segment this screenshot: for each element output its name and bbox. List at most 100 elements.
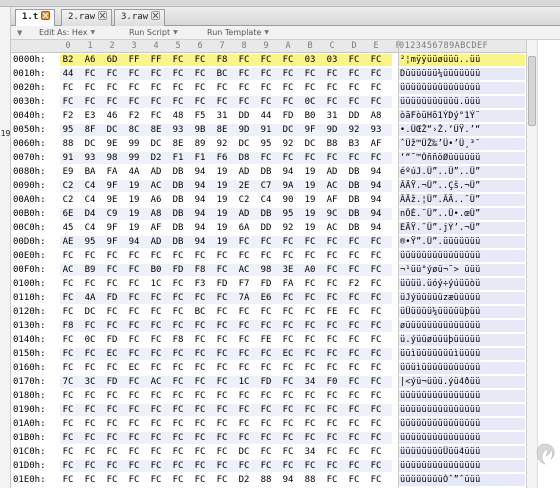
hex-byte[interactable]: FF — [148, 54, 164, 66]
hex-byte[interactable]: FC — [368, 474, 384, 486]
hex-byte[interactable]: 94 — [368, 194, 384, 206]
hex-row[interactable]: 0040h: F2 E3 46 F2 FC 48 F5 31 DD 44 FD B0 31 DD A8 òãFò… — [11, 110, 526, 122]
hex-byte[interactable]: FC — [368, 320, 384, 332]
tab-file-1[interactable]: 1.t — [15, 9, 56, 27]
hex-row[interactable]: 0110h: FC 4A FD FC FC FC FC FC 7A E6 FC FC FC FC FC üJýü… — [11, 292, 526, 304]
hex-byte[interactable]: FC — [170, 348, 186, 360]
hex-byte[interactable]: FC — [60, 432, 76, 444]
hex-byte[interactable]: FF — [126, 54, 142, 66]
hex-byte[interactable]: FC — [214, 418, 230, 430]
hex-byte[interactable]: BC — [192, 306, 208, 318]
ascii-text[interactable]: |<ýü¬üüü.ýü4ðüü — [400, 376, 525, 388]
hex-byte[interactable]: 92 — [346, 124, 362, 136]
hex-byte[interactable]: AD — [324, 166, 340, 178]
ascii-text[interactable]: üüüìüüüüüüüüüüü — [400, 362, 525, 374]
hex-byte[interactable]: FC — [280, 460, 296, 472]
hex-byte[interactable]: F8 — [170, 334, 186, 346]
hex-row[interactable]: 0170h: 7C 3C FD FC AC FC FC FC 1C FD FC 34 F0 FC FC |<ýü… — [11, 376, 526, 388]
hex-byte[interactable]: B0 — [148, 264, 164, 276]
hex-byte[interactable]: 93 — [170, 124, 186, 136]
hex-byte[interactable]: FC — [280, 418, 296, 430]
hex-byte[interactable]: 03 — [324, 54, 340, 66]
hex-byte[interactable]: DB — [258, 166, 274, 178]
hex-byte[interactable]: FC — [280, 306, 296, 318]
hex-byte[interactable]: FC — [346, 320, 362, 332]
hex-byte[interactable]: 94 — [192, 208, 208, 220]
hex-byte[interactable]: FC — [368, 152, 384, 164]
hex-byte[interactable]: C2 — [60, 180, 76, 192]
hex-byte[interactable]: 1C — [236, 376, 252, 388]
hex-byte[interactable]: 94 — [280, 166, 296, 178]
close-icon[interactable] — [41, 11, 51, 20]
hex-byte[interactable]: FC — [192, 334, 208, 346]
hex-byte[interactable]: FC — [302, 292, 318, 304]
hex-byte[interactable]: FC — [60, 460, 76, 472]
hex-byte[interactable]: 48 — [170, 110, 186, 122]
hex-byte[interactable]: FC — [324, 460, 340, 472]
hex-byte[interactable]: 19 — [214, 236, 230, 248]
hex-byte[interactable]: 88 — [258, 474, 274, 486]
hex-byte[interactable]: FC — [280, 292, 296, 304]
hex-byte[interactable]: 19 — [126, 222, 142, 234]
hex-byte[interactable]: FC — [192, 96, 208, 108]
hex-byte[interactable]: FD — [170, 264, 186, 276]
hex-byte[interactable]: FC — [148, 110, 164, 122]
hex-byte[interactable]: EC — [280, 348, 296, 360]
hex-byte[interactable]: FC — [60, 306, 76, 318]
hex-byte[interactable]: FC — [192, 82, 208, 94]
hex-byte[interactable]: FC — [148, 362, 164, 374]
hex-byte[interactable]: 94 — [192, 166, 208, 178]
hex-byte[interactable]: FC — [148, 348, 164, 360]
hex-byte[interactable]: FC — [346, 404, 362, 416]
hex-byte[interactable]: FC — [104, 264, 120, 276]
hex-byte[interactable]: FC — [82, 68, 98, 80]
ascii-text[interactable]: òãFòüHõ1ÝDý°1Ý¨ — [400, 110, 525, 122]
tab-file-3[interactable]: 3.raw — [114, 9, 166, 26]
hex-byte[interactable]: FC — [280, 362, 296, 374]
hex-byte[interactable]: AF — [368, 138, 384, 150]
hex-byte[interactable]: 94 — [192, 222, 208, 234]
hex-byte[interactable]: FC — [104, 362, 120, 374]
hex-byte[interactable]: FC — [368, 96, 384, 108]
hex-row[interactable]: 0120h: FC DC FC FC FC FC BC FC FC FC FC FC FE FC FC üÜüü… — [11, 306, 526, 318]
hex-byte[interactable]: FC — [280, 236, 296, 248]
hex-byte[interactable]: FC — [126, 474, 142, 486]
ascii-text[interactable]: üüüüüüüüüüüüüüü — [400, 418, 525, 430]
hex-byte[interactable]: FC — [368, 292, 384, 304]
hex-byte[interactable]: FC — [126, 320, 142, 332]
hex-byte[interactable]: FC — [148, 68, 164, 80]
hex-byte[interactable]: FC — [82, 96, 98, 108]
hex-byte[interactable]: FC — [192, 348, 208, 360]
ascii-text[interactable]: •.ÜŒŽ“›Ž.‘ÜŸ.’“ — [400, 124, 525, 136]
hex-byte[interactable]: 9C — [324, 208, 340, 220]
hex-byte[interactable]: D2 — [148, 152, 164, 164]
hex-byte[interactable]: FC — [346, 348, 362, 360]
hex-byte[interactable]: FC — [258, 348, 274, 360]
hex-byte[interactable]: FC — [148, 82, 164, 94]
hex-byte[interactable]: FC — [214, 96, 230, 108]
hex-byte[interactable]: FC — [302, 460, 318, 472]
hex-byte[interactable]: FC — [126, 446, 142, 458]
hex-byte[interactable]: DC — [104, 124, 120, 136]
close-icon[interactable] — [98, 11, 108, 20]
hex-byte[interactable]: F2 — [60, 110, 76, 122]
hex-byte[interactable]: FC — [324, 82, 340, 94]
hex-byte[interactable]: FC — [368, 306, 384, 318]
hex-byte[interactable]: FC — [368, 68, 384, 80]
hex-byte[interactable]: FC — [148, 474, 164, 486]
hex-byte[interactable]: DC — [82, 138, 98, 150]
hex-byte[interactable]: F3 — [192, 278, 208, 290]
hex-byte[interactable]: FC — [104, 306, 120, 318]
hex-byte[interactable]: FC — [60, 334, 76, 346]
ascii-text[interactable]: üüüüüüüüüüüüüüü — [400, 404, 525, 416]
run-script-menu[interactable]: Run Script ▼ — [129, 28, 178, 37]
hex-byte[interactable]: FC — [170, 96, 186, 108]
hex-byte[interactable]: FC — [104, 82, 120, 94]
hex-byte[interactable]: FC — [60, 250, 76, 262]
hex-byte[interactable]: FC — [214, 292, 230, 304]
hex-byte[interactable]: 88 — [60, 138, 76, 150]
hex-byte[interactable]: FC — [236, 432, 252, 444]
hex-byte[interactable]: FC — [82, 362, 98, 374]
hex-byte[interactable]: AC — [148, 376, 164, 388]
hex-byte[interactable]: 94 — [280, 474, 296, 486]
